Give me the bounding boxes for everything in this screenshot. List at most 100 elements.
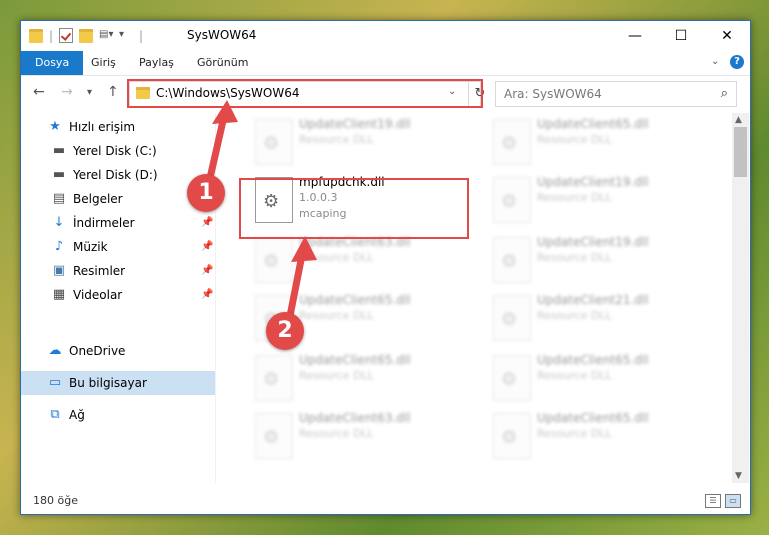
file-list: UpdateClient19.dll Resource DLL mpfupdch… [217, 113, 732, 483]
nav-item-drive-d[interactable]: ▬ Yerel Disk (D:) [21, 163, 215, 187]
file-item[interactable]: UpdateClient19.dll Resource DLL [465, 233, 695, 285]
nav-item-label: Hızlı erişim [69, 120, 136, 134]
file-type: Resource DLL [537, 427, 612, 440]
dll-file-icon [493, 237, 531, 283]
recent-locations-icon[interactable]: ▾ [87, 87, 92, 98]
qat-separator: | [49, 28, 54, 43]
file-item[interactable]: UpdateClient19.dll Resource DLL [227, 115, 457, 167]
nav-item-drive-c[interactable]: ▬ Yerel Disk (C:) [21, 139, 215, 163]
file-item[interactable]: UpdateClient65.dll Resource DLL [465, 115, 695, 167]
nav-item-label: Resimler [73, 264, 126, 278]
details-view-icon[interactable]: ☰ [705, 494, 721, 508]
customize-toolbar-icon[interactable]: ▤▾ [99, 29, 113, 43]
expand-ribbon-icon[interactable]: ⌄ [711, 56, 719, 67]
pin-icon[interactable]: 📌 [201, 241, 213, 252]
forward-arrow-icon[interactable]: → [61, 84, 73, 100]
pin-icon[interactable]: 📌 [201, 289, 213, 300]
nav-item-music[interactable]: ♪ Müzik 📌 [21, 235, 215, 259]
nav-item-label: Ağ [69, 408, 85, 422]
dll-file-icon [255, 355, 293, 401]
file-item[interactable]: UpdateClient65.dll Resource DLL [227, 351, 457, 403]
navigation-pane: ★ Hızlı erişim ▬ Yerel Disk (C:) ▬ Yerel… [21, 113, 215, 483]
address-row: ← → ▾ ↑ C:\Windows\SysWOW64 ⌄ ↻ Ara: Sys… [21, 76, 750, 110]
pane-divider [215, 113, 216, 483]
file-type: Resource DLL [537, 133, 612, 146]
pin-icon[interactable]: 📌 [201, 265, 213, 276]
nav-item-downloads[interactable]: ↓ İndirmeler 📌 [21, 211, 215, 235]
address-highlight [127, 79, 483, 108]
scroll-up-icon[interactable]: ▲ [735, 115, 742, 125]
dll-file-icon [255, 413, 293, 459]
file-item[interactable]: UpdateClient21.dll Resource DLL [465, 291, 695, 343]
scroll-down-icon[interactable]: ▼ [735, 471, 742, 481]
file-type: Resource DLL [537, 251, 612, 264]
file-type: Resource DLL [299, 251, 374, 264]
dll-file-icon [493, 413, 531, 459]
nav-item-label: Videolar [73, 288, 123, 302]
close-button[interactable]: ✕ [704, 21, 750, 51]
video-icon: ▦ [52, 287, 66, 302]
dll-file-icon [493, 355, 531, 401]
pin-icon[interactable]: 📌 [201, 217, 213, 228]
file-name: UpdateClient65.dll [299, 293, 411, 307]
tab-view[interactable]: Görünüm [189, 51, 256, 75]
nav-item-label: OneDrive [69, 344, 126, 358]
large-icons-view-icon[interactable]: ▭ [725, 494, 741, 508]
back-arrow-icon[interactable]: ← [33, 84, 45, 100]
file-item[interactable]: UpdateClient65.dll Resource DLL [465, 409, 695, 461]
drive-icon: ▬ [52, 167, 66, 182]
nav-item-documents[interactable]: ▤ Belgeler 📌 [21, 187, 215, 211]
drive-icon: ▬ [52, 143, 66, 158]
tab-share[interactable]: Paylaş [131, 51, 182, 75]
file-name: UpdateClient65.dll [537, 411, 649, 425]
quick-access-toolbar: | ▤▾ ▾ | [29, 28, 143, 43]
file-name: UpdateClient65.dll [537, 353, 649, 367]
tab-home[interactable]: Giriş [83, 51, 124, 75]
search-icon[interactable]: ⌕ [721, 86, 728, 101]
new-folder-icon[interactable] [79, 28, 94, 43]
properties-icon[interactable] [59, 28, 74, 43]
chevron-down-icon[interactable]: ▾ [119, 29, 133, 43]
file-name: UpdateClient63.dll [299, 411, 411, 425]
scroll-thumb[interactable] [734, 127, 747, 177]
nav-item-onedrive[interactable]: ☁ OneDrive [21, 339, 215, 363]
search-box[interactable]: Ara: SysWOW64 ⌕ [495, 81, 737, 107]
file-item[interactable]: UpdateClient65.dll Resource DLL [465, 351, 695, 403]
search-input[interactable]: Ara: SysWOW64 [504, 87, 602, 101]
nav-item-pictures[interactable]: ▣ Resimler 📌 [21, 259, 215, 283]
maximize-button[interactable]: ☐ [658, 21, 704, 51]
help-icon[interactable]: ? [730, 55, 744, 69]
up-arrow-icon[interactable]: ↑ [107, 84, 119, 100]
nav-item-label: Yerel Disk (D:) [73, 168, 158, 182]
title-bar: | ▤▾ ▾ | SysWOW64 — ☐ ✕ [21, 21, 750, 51]
cloud-icon: ☁ [48, 343, 62, 358]
minimize-button[interactable]: — [612, 21, 658, 51]
file-type: Resource DLL [299, 427, 374, 440]
dll-file-icon [493, 295, 531, 341]
file-item[interactable]: UpdateClient65.dll Resource DLL [227, 291, 457, 343]
nav-item-quick-access[interactable]: ★ Hızlı erişim [21, 115, 215, 139]
nav-item-label: Yerel Disk (C:) [73, 144, 157, 158]
vertical-scrollbar[interactable]: ▲ ▼ [732, 113, 749, 483]
pictures-icon: ▣ [52, 263, 66, 278]
file-type: Resource DLL [537, 191, 612, 204]
nav-item-this-pc[interactable]: ▭ Bu bilgisayar [21, 371, 215, 395]
qat-separator: | [139, 28, 144, 43]
file-type: Resource DLL [299, 133, 374, 146]
dll-file-icon [493, 119, 531, 165]
file-highlight [239, 178, 469, 239]
tab-file[interactable]: Dosya [21, 51, 84, 75]
documents-icon: ▤ [52, 191, 66, 206]
nav-item-label: Bu bilgisayar [69, 376, 147, 390]
file-name: UpdateClient65.dll [299, 353, 411, 367]
file-item[interactable]: UpdateClient19.dll Resource DLL [465, 173, 695, 225]
file-item[interactable]: UpdateClient63.dll Resource DLL [227, 409, 457, 461]
computer-icon: ▭ [48, 375, 62, 390]
nav-item-network[interactable]: ⧉ Ağ [21, 403, 215, 427]
file-type: Resource DLL [537, 369, 612, 382]
file-name: UpdateClient21.dll [537, 293, 649, 307]
folder-icon [29, 28, 43, 43]
file-item[interactable]: UpdateClient63.dll Resource DLL [227, 233, 457, 285]
nav-item-videos[interactable]: ▦ Videolar 📌 [21, 283, 215, 307]
download-icon: ↓ [53, 215, 65, 230]
